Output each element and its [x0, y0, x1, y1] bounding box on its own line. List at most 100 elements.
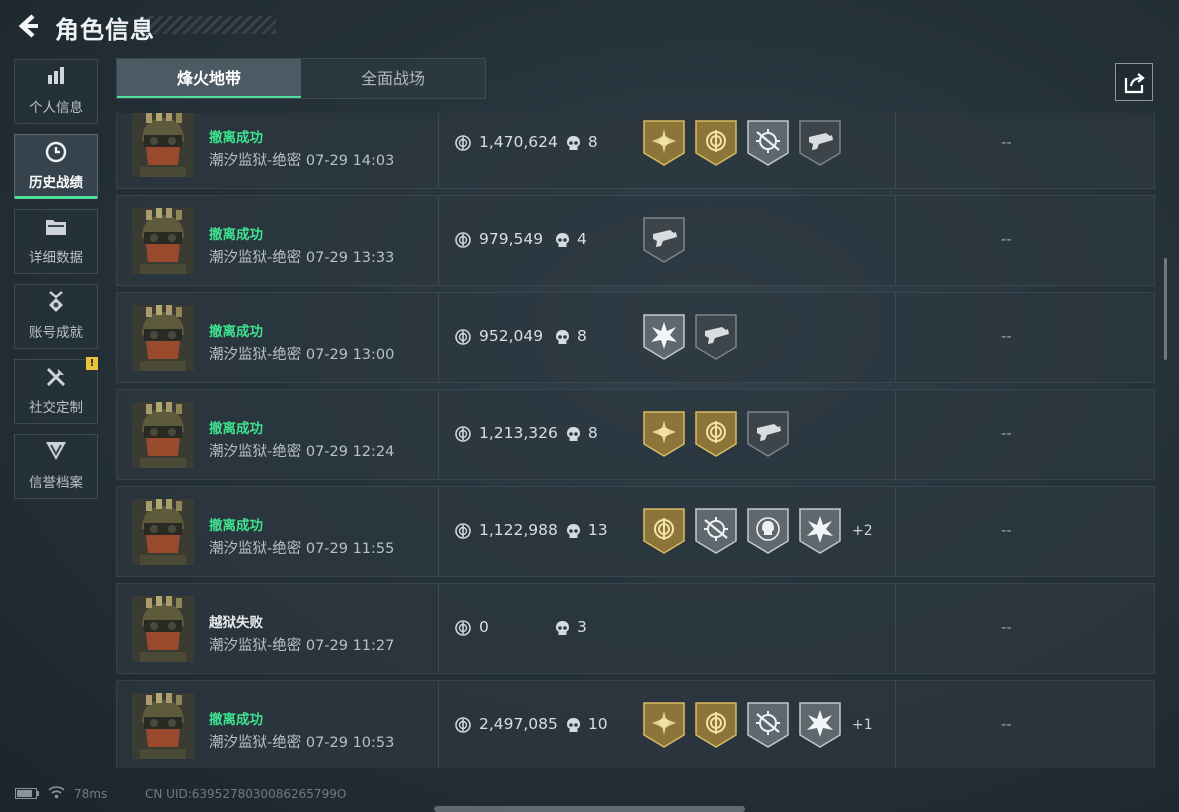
operator-avatar — [132, 596, 194, 662]
tools-icon — [15, 366, 97, 396]
coin-icon — [455, 232, 471, 248]
silver-burst-badge[interactable] — [799, 508, 841, 554]
home-indicator[interactable] — [434, 806, 745, 812]
sidebar-item-label: 历史战绩 — [29, 175, 83, 191]
match-status: 撤离成功 — [209, 712, 263, 728]
sidebar-item-reputation[interactable]: 信誉档案 — [14, 434, 98, 499]
sidebar-item-history[interactable]: 历史战绩 — [14, 134, 98, 199]
map-and-time: 潮汐监狱-绝密 07-29 11:55 — [209, 537, 394, 558]
battery-icon — [15, 788, 39, 799]
map-and-time: 潮汐监狱-绝密 07-29 11:27 — [209, 634, 394, 655]
dark-gun-badge[interactable] — [695, 314, 737, 360]
extracted-value: 1,122,988 — [479, 521, 558, 539]
more-badges-count: +2 — [852, 523, 873, 539]
folder-icon — [15, 216, 97, 246]
sidebar-item-achievements[interactable]: 账号成就 — [14, 284, 98, 349]
gold-emblem-badge[interactable] — [695, 411, 737, 457]
operator-avatar — [132, 402, 194, 468]
back-chevron-icon[interactable] — [14, 12, 42, 40]
scrollbar[interactable] — [1164, 258, 1167, 360]
silver-crosshair-badge[interactable] — [695, 508, 737, 554]
skull-icon — [566, 523, 581, 540]
match-row[interactable]: 撤离成功 潮汐监狱-绝密 07-29 10:53 2,497,085 10 +1 -- — [116, 680, 1155, 768]
gold-emblem-badge[interactable] — [695, 702, 737, 748]
silver-crosshair-badge[interactable] — [747, 120, 789, 166]
extracted-value: 1,213,326 — [479, 424, 558, 442]
sidebar-item-social[interactable]: 社交定制 ! — [14, 357, 98, 424]
match-row[interactable]: 越狱失败 潮汐监狱-绝密 07-29 11:27 0 3 -- — [116, 583, 1155, 674]
gold-emblem-badge[interactable] — [695, 120, 737, 166]
match-history-list[interactable]: 撤离成功 潮汐监狱-绝密 07-29 14:03 1,470,624 8 -- 撤离成功潮… — [116, 113, 1155, 768]
silver-burst-badge[interactable] — [643, 314, 685, 360]
dark-gun-badge[interactable] — [799, 120, 841, 166]
silver-crosshair-badge[interactable] — [747, 702, 789, 748]
map-name: 潮汐监狱-绝密 — [209, 347, 302, 363]
column-divider — [895, 293, 896, 382]
gold-sun-badge[interactable] — [643, 702, 685, 748]
silver-burst-badge[interactable] — [799, 702, 841, 748]
more-badges-count: +1 — [852, 717, 873, 733]
column-divider — [895, 390, 896, 479]
coin-icon — [455, 523, 471, 539]
extracted-value: 952,049 — [479, 327, 544, 345]
map-name: 潮汐监狱-绝密 — [209, 638, 302, 654]
sidebar-item-personal-info[interactable]: 个人信息 — [14, 59, 98, 124]
map-and-time: 潮汐监狱-绝密 07-29 13:33 — [209, 246, 394, 267]
operator-avatar — [132, 499, 194, 565]
sidebar-item-detail-data[interactable]: 详细数据 — [14, 209, 98, 274]
kill-count: 8 — [587, 424, 598, 442]
kill-count: 10 — [587, 715, 608, 733]
skull-icon — [566, 426, 581, 443]
page-title: 角色信息 — [55, 16, 155, 44]
gold-sun-badge[interactable] — [643, 411, 685, 457]
map-name: 潮汐监狱-绝密 — [209, 444, 302, 460]
skull-icon — [566, 135, 581, 152]
match-time: 07-29 13:00 — [305, 347, 395, 363]
column-divider — [438, 113, 439, 188]
score-placeholder: -- — [1001, 133, 1012, 151]
badge-row — [643, 216, 695, 264]
column-divider — [438, 293, 439, 382]
coin-icon — [455, 426, 471, 442]
match-row[interactable]: 撤离成功 潮汐监狱-绝密 07-29 14:03 1,470,624 8 -- — [116, 113, 1155, 189]
map-name: 潮汐监狱-绝密 — [209, 735, 302, 751]
match-status: 撤离成功 — [209, 130, 263, 146]
tab-full-battlefield[interactable]: 全面战场 — [301, 59, 485, 98]
map-name: 潮汐监狱-绝密 — [209, 541, 302, 557]
history-clock-icon — [15, 141, 97, 171]
operator-avatar — [132, 113, 194, 177]
match-row[interactable]: 撤离成功 潮汐监狱-绝密 07-29 13:00 952,049 8 -- — [116, 292, 1155, 383]
shield-icon — [15, 441, 97, 471]
kill-count: 13 — [587, 521, 608, 539]
column-divider — [895, 113, 896, 188]
sidebar-item-label: 详细数据 — [29, 250, 83, 266]
match-row[interactable]: 撤离成功 潮汐监狱-绝密 07-29 13:33 979,549 4 -- — [116, 195, 1155, 286]
sidebar-item-label: 信誉档案 — [29, 475, 83, 491]
skull-icon — [566, 717, 581, 734]
skull-icon — [555, 329, 570, 346]
gold-sun-badge[interactable] — [643, 120, 685, 166]
dark-gun-badge[interactable] — [643, 217, 685, 263]
mode-tabs: 烽火地带 全面战场 — [116, 58, 486, 99]
tab-hazard-zone[interactable]: 烽火地带 — [117, 59, 301, 98]
extracted-value: 979,549 — [479, 230, 544, 248]
column-divider — [895, 196, 896, 285]
match-row[interactable]: 撤离成功 潮汐监狱-绝密 07-29 11:55 1,122,988 13 +2 -- — [116, 486, 1155, 577]
skull-icon — [555, 620, 570, 637]
match-status: 撤离成功 — [209, 324, 263, 340]
dark-gun-badge[interactable] — [747, 411, 789, 457]
share-button[interactable] — [1115, 63, 1153, 101]
match-time: 07-29 10:53 — [305, 735, 395, 751]
operator-avatar — [132, 693, 194, 759]
score-placeholder: -- — [1001, 327, 1012, 345]
silver-skull-badge[interactable] — [747, 508, 789, 554]
sidebar-item-label: 账号成就 — [29, 325, 83, 341]
badge-row — [643, 410, 799, 458]
match-row[interactable]: 撤离成功 潮汐监狱-绝密 07-29 12:24 1,213,326 8 -- — [116, 389, 1155, 480]
score-placeholder: -- — [1001, 424, 1012, 442]
column-divider — [895, 487, 896, 576]
gold-emblem-badge[interactable] — [643, 508, 685, 554]
extracted-value: 2,497,085 — [479, 715, 558, 733]
column-divider — [895, 681, 896, 768]
coin-icon — [455, 135, 471, 151]
